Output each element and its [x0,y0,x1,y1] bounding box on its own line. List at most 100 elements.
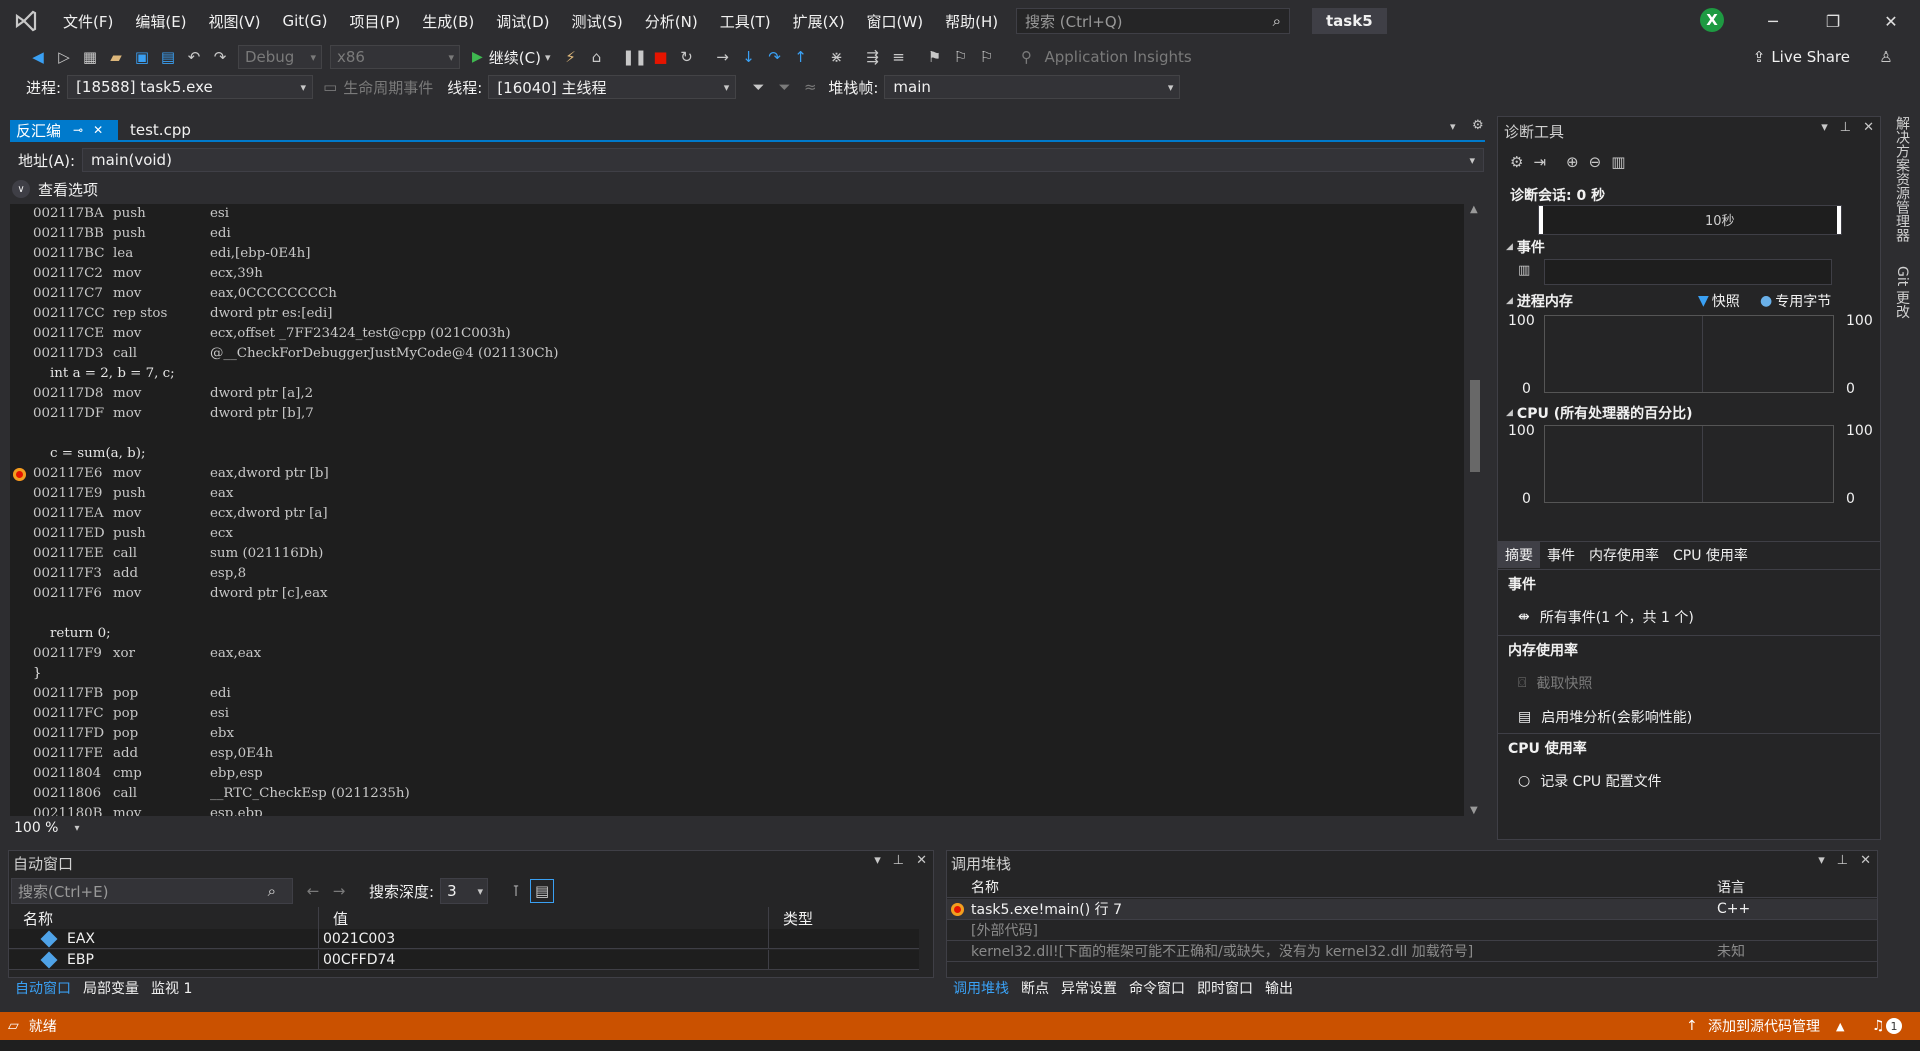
tab-call-stack[interactable]: 调用堆栈 [947,977,1015,999]
step-over-icon[interactable]: ↷ [763,45,787,69]
timeline-ruler[interactable]: 10秒 [1538,205,1842,235]
menu-item[interactable]: 调试(D) [485,0,560,42]
thread-icon[interactable]: ⇶ [861,45,885,69]
lifecycle-events-button[interactable]: 生命周期事件 [343,77,433,98]
tab-autos[interactable]: 自动窗口 [9,977,77,999]
tab-summary[interactable]: 摘要 [1498,541,1540,568]
asm-line[interactable]: 002117C2 mov ecx,39h [33,264,558,284]
close-tab-icon[interactable]: ✕ [93,123,103,137]
breakpoint-gutter[interactable] [10,204,30,816]
asm-line[interactable]: 002117F3 add esp,8 [33,564,558,584]
save-icon[interactable]: ▣ [130,45,154,69]
app-insights-button[interactable]: Application Insights [1045,48,1192,66]
menu-item[interactable]: 项目(P) [339,0,412,42]
platform-dropdown[interactable]: x86 [330,45,460,69]
step-out-icon[interactable]: ↑ [789,45,813,69]
asm-line[interactable]: 00211804 cmp ebp,esp [33,764,558,784]
undo-icon[interactable]: ↶ [182,45,206,69]
save-all-icon[interactable]: ▤ [156,45,180,69]
editor-vertical-scrollbar[interactable]: ▲ ▼ [1466,204,1484,816]
search-depth-dropdown[interactable]: 3 [440,878,489,904]
events-track[interactable] [1544,259,1832,285]
search-back-icon[interactable]: ← [301,879,325,903]
asm-line[interactable]: 002117EE call sum (021116Dh) [33,544,558,564]
minimize-icon[interactable]: ─ [1744,0,1802,42]
tab-test-cpp[interactable]: test.cpp [124,120,197,140]
menu-item[interactable]: Git(G) [272,0,339,42]
thread-dropdown[interactable]: [16040] 主线程 [488,75,737,99]
address-dropdown[interactable]: main(void) [82,148,1484,172]
hex-display-icon[interactable]: ⋇ [825,45,849,69]
tab-locals[interactable]: 局部变量 [77,977,145,999]
back-icon[interactable]: ◀ [26,45,50,69]
menu-item[interactable]: 编辑(E) [124,0,197,42]
breakpoint-icon[interactable] [13,468,26,481]
menu-item[interactable]: 生成(B) [411,0,485,42]
panel-menu-icon[interactable]: ▾ [1821,120,1828,135]
scroll-down-icon[interactable]: ▼ [1470,805,1478,816]
pause-events-icon[interactable]: ▥ [1518,263,1530,278]
zoom-chevron-icon[interactable]: ▾ [74,823,79,834]
tab-command-window[interactable]: 命令窗口 [1123,977,1191,999]
autos-search-input[interactable]: 搜索(Ctrl+E) ⌕ [11,878,293,904]
pin-icon[interactable]: ⊥ [893,853,904,868]
tab-disassembly[interactable]: 反汇编 ⊸ ✕ [10,120,118,140]
format-icon[interactable]: ≡ [887,45,911,69]
solution-explorer-rail-tab[interactable]: 解决方案资源管理器 [1892,116,1912,242]
restore-icon[interactable]: ❐ [1804,0,1862,42]
asm-line[interactable]: 002117CE mov ecx,offset _7FF23424_test@cpp… [33,324,558,344]
tab-watch-1[interactable]: 监视 1 [145,977,198,999]
col-type[interactable]: 类型 [769,907,919,929]
timeline-start-handle[interactable] [1539,206,1543,234]
stop-debugging-icon[interactable]: ■ [649,45,673,69]
account-avatar[interactable]: X [1700,8,1724,32]
asm-line[interactable]: 002117D3 call @__CheckForDebuggerJustMyCod… [33,344,558,364]
hot-reload-icon[interactable]: ⚡ [559,45,583,69]
asm-line[interactable]: 002117CC rep stos dword ptr es:[edi] [33,304,558,324]
source-line[interactable]: c = sum(a, b); [33,444,558,464]
solution-name[interactable]: task5 [1312,8,1387,34]
menu-item[interactable]: 测试(S) [561,0,634,42]
heap-analysis-button[interactable]: ▤ 启用堆分析(会影响性能) [1518,707,1692,727]
menu-item[interactable]: 工具(T) [709,0,782,42]
tab-cpu-usage[interactable]: CPU 使用率 [1666,542,1755,568]
source-line[interactable] [33,424,558,444]
timeline-end-handle[interactable] [1837,206,1841,234]
record-cpu-profile-button[interactable]: ○ 记录 CPU 配置文件 [1518,771,1662,791]
notifications-bell-icon[interactable]: ♫ [1872,1018,1885,1034]
configuration-dropdown[interactable]: Debug [238,45,322,69]
asm-line[interactable]: 002117FC pop esi [33,704,558,724]
filter-icon[interactable]: ⏷ [746,75,770,99]
menu-item[interactable]: 视图(V) [198,0,272,42]
asm-line[interactable]: 0021180B mov esp,ebp [33,804,558,816]
menu-item[interactable]: 扩展(X) [782,0,856,42]
asm-line[interactable]: 002117EA mov ecx,dword ptr [a] [33,504,558,524]
break-all-icon[interactable]: ❚❚ [622,45,647,69]
asm-line[interactable]: 002117DF mov dword ptr [b],7 [33,404,558,424]
process-dropdown[interactable]: [18588] task5.exe [67,75,314,99]
tab-memory-usage[interactable]: 内存使用率 [1582,542,1666,568]
table-row[interactable]: EBP 00CFFD74 [9,950,919,970]
col-language[interactable]: 语言 [1717,877,1745,897]
zoom-out-icon[interactable]: ⊖ [1589,153,1602,171]
search-forward-icon[interactable]: → [327,879,351,903]
visual-studio-logo-icon[interactable] [0,0,52,42]
cpu-graph[interactable] [1544,425,1834,503]
asm-line[interactable]: 002117D8 mov dword ptr [a],2 [33,384,558,404]
scroll-up-icon[interactable]: ▲ [1470,204,1478,215]
events-section-header[interactable]: ◢ 事件 [1506,237,1545,257]
export-icon[interactable]: ⇥ [1533,153,1546,171]
tab-breakpoints[interactable]: 断点 [1015,977,1055,999]
pin-variable-icon[interactable]: ⊺ [504,879,528,903]
flag-threads-icon[interactable]: ≈ [798,75,822,99]
source-line[interactable] [33,604,558,624]
close-panel-icon[interactable]: ✕ [1863,120,1874,135]
col-name[interactable]: 名称 [9,907,319,929]
search-box[interactable]: 搜索 (Ctrl+Q) ⌕ [1016,8,1290,34]
git-changes-rail-tab[interactable]: Git 更改 [1892,266,1912,319]
memory-graph[interactable] [1544,315,1834,393]
asm-line[interactable]: 002117C7 mov eax,0CCCCCCCCh [33,284,558,304]
menu-item[interactable]: 帮助(H) [934,0,1009,42]
source-line[interactable]: } [33,664,558,684]
tab-immediate-window[interactable]: 即时窗口 [1191,977,1259,999]
